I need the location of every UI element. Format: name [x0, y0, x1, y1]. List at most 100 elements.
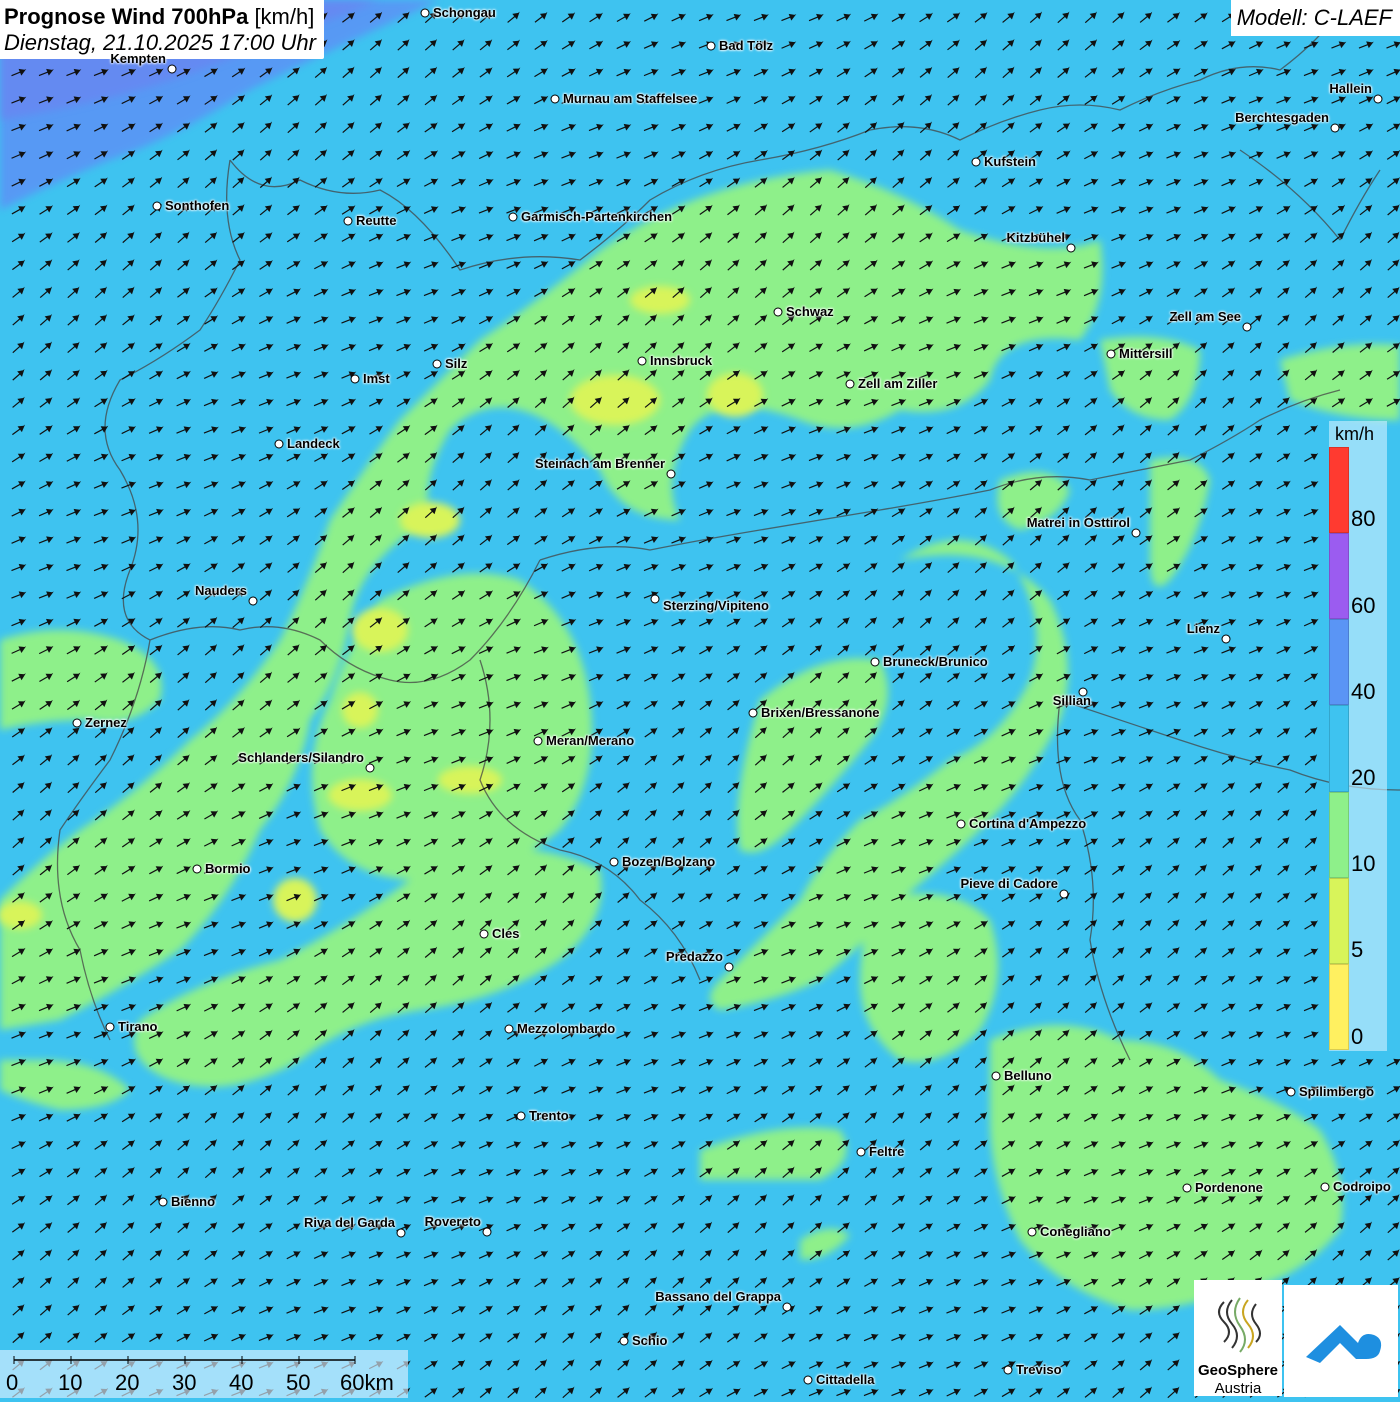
city-label: Lienz	[1187, 621, 1220, 636]
city-marker	[1060, 890, 1069, 899]
model-label: Modell: C-LAEF	[1231, 0, 1400, 36]
city-marker	[351, 375, 360, 384]
legend-label-10: 10	[1351, 851, 1375, 877]
city-label: Riva del Garda	[304, 1215, 395, 1230]
city-label: Pieve di Cadore	[960, 876, 1058, 891]
city-marker	[1222, 635, 1231, 644]
city-marker	[509, 213, 518, 222]
city-marker	[1374, 95, 1383, 104]
city-label: Schlanders/Silandro	[238, 750, 364, 765]
city-label: Schwaz	[786, 304, 834, 319]
city-label: Schongau	[433, 5, 496, 20]
city-marker	[106, 1023, 115, 1032]
city-label: Conegliano	[1040, 1224, 1111, 1239]
city-label: Hallein	[1329, 81, 1372, 96]
city-marker	[517, 1112, 526, 1121]
city-marker	[992, 1072, 1001, 1081]
city-label: Kufstein	[984, 154, 1036, 169]
geosphere-logo[interactable]: GeoSphere Austria	[1194, 1280, 1282, 1396]
city-marker	[651, 595, 660, 604]
legend-swatch-80	[1329, 447, 1349, 533]
city-marker	[667, 470, 676, 479]
city-label: Sillian	[1053, 693, 1091, 708]
city-marker	[725, 963, 734, 972]
legend-label-80: 80	[1351, 506, 1375, 532]
legend-label-40: 40	[1351, 679, 1375, 705]
city-label: Predazzo	[666, 949, 723, 964]
city-label: Belluno	[1004, 1068, 1052, 1083]
city-marker	[871, 658, 880, 667]
legend-unit: km/h	[1335, 424, 1374, 445]
city-label: Steinach am Brenner	[535, 456, 665, 471]
city-marker	[707, 42, 716, 51]
city-label: Treviso	[1016, 1362, 1062, 1377]
city-label: Cittadella	[816, 1372, 875, 1387]
city-label: Kitzbühel	[1007, 230, 1066, 245]
city-marker	[972, 158, 981, 167]
scale-label-50: 50	[286, 1370, 310, 1396]
city-label: Mittersill	[1119, 346, 1172, 361]
scale-label-10: 10	[58, 1370, 82, 1396]
legend-swatch-5	[1329, 878, 1349, 964]
city-label: Tirano	[118, 1019, 158, 1034]
city-label: Sonthofen	[165, 198, 229, 213]
cloud-logo[interactable]	[1284, 1285, 1398, 1397]
city-marker	[1243, 323, 1252, 332]
legend-swatch-60	[1329, 533, 1349, 619]
city-label: Cles	[492, 926, 519, 941]
geosphere-logo-subtext: Austria	[1194, 1380, 1282, 1397]
city-label: Spilimbergo	[1299, 1084, 1374, 1099]
legend-swatch-0	[1329, 964, 1349, 1050]
city-label: Zell am Ziller	[858, 376, 937, 391]
city-marker	[1004, 1366, 1013, 1375]
city-label: Codroipo	[1333, 1179, 1391, 1194]
map-title-main: Prognose Wind 700hPa	[4, 4, 248, 29]
city-label: Murnau am Staffelsee	[563, 91, 697, 106]
legend-label-5: 5	[1351, 937, 1363, 963]
scale-label-30: 30	[172, 1370, 196, 1396]
city-label: Bormio	[205, 861, 251, 876]
city-label: Bozen/Bolzano	[622, 854, 715, 869]
city-label: Bruneck/Brunico	[883, 654, 988, 669]
city-marker	[857, 1148, 866, 1157]
city-marker	[1321, 1183, 1330, 1192]
city-marker	[1067, 244, 1076, 253]
city-marker	[774, 308, 783, 317]
city-label: Rovereto	[425, 1214, 481, 1229]
city-label: Kempten	[110, 51, 166, 66]
city-marker	[193, 865, 202, 874]
city-marker	[957, 820, 966, 829]
city-marker	[1287, 1088, 1296, 1097]
city-marker	[505, 1025, 514, 1034]
city-marker	[638, 357, 647, 366]
scale-label-0: 0	[6, 1370, 18, 1396]
city-marker	[275, 440, 284, 449]
city-label: Zernez	[85, 715, 127, 730]
city-marker	[1028, 1228, 1037, 1237]
city-marker	[610, 858, 619, 867]
city-marker	[749, 709, 758, 718]
city-marker	[846, 380, 855, 389]
city-label: Landeck	[287, 436, 340, 451]
city-marker	[421, 9, 430, 18]
city-marker	[1183, 1184, 1192, 1193]
city-label: Berchtesgaden	[1235, 110, 1329, 125]
city-label: Bad Tölz	[719, 38, 773, 53]
map-title: Prognose Wind 700hPa [km/h]	[4, 4, 316, 30]
city-marker	[1331, 124, 1340, 133]
city-marker	[1107, 350, 1116, 359]
legend-colorbar	[1329, 447, 1349, 1050]
city-label: Pordenone	[1195, 1180, 1263, 1195]
legend-swatch-20	[1329, 705, 1349, 791]
city-marker	[1132, 529, 1141, 538]
map-title-unit: [km/h]	[254, 4, 314, 29]
legend-swatch-40	[1329, 619, 1349, 705]
city-label: Zell am See	[1169, 309, 1241, 324]
city-label: Innsbruck	[650, 353, 712, 368]
city-marker	[366, 764, 375, 773]
city-marker	[433, 360, 442, 369]
scale-label-60: 60km	[340, 1370, 394, 1396]
legend-swatch-10	[1329, 792, 1349, 878]
city-marker	[153, 202, 162, 211]
city-label: Sterzing/Vipiteno	[663, 598, 769, 613]
